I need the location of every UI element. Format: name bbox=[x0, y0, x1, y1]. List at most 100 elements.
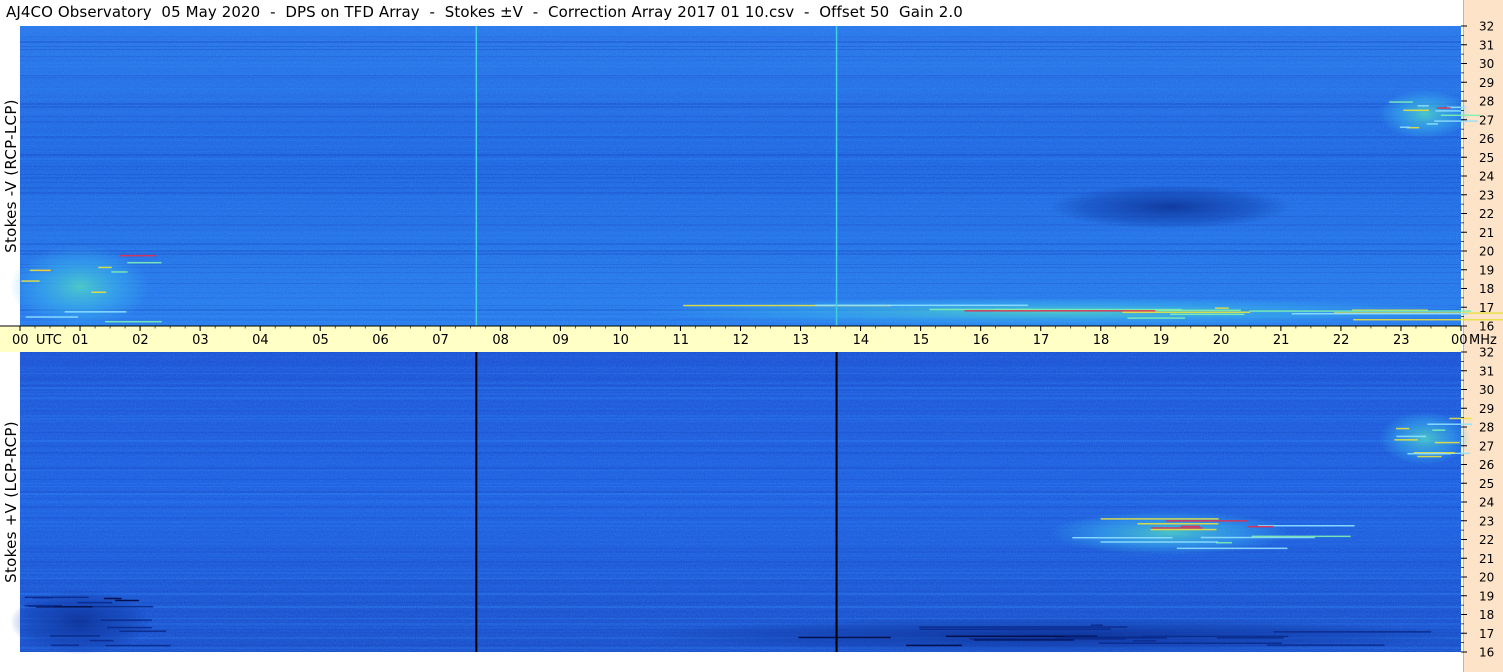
frequency-tick-label: 24 bbox=[1479, 496, 1494, 510]
interference-dash bbox=[21, 280, 40, 282]
time-tick-label: 09 bbox=[552, 333, 569, 348]
interference-dash bbox=[28, 605, 55, 607]
interference-dash bbox=[77, 601, 113, 604]
interference-dash bbox=[1417, 455, 1442, 458]
frequency-tick-label: 17 bbox=[1479, 627, 1494, 641]
time-tick-label: 17 bbox=[1033, 333, 1050, 348]
time-tick-label: 14 bbox=[853, 333, 870, 348]
time-tick-label: 21 bbox=[1273, 333, 1290, 348]
interference-dash bbox=[1396, 435, 1427, 438]
frequency-tick-label: 16 bbox=[1479, 320, 1494, 334]
interference-dash bbox=[1434, 441, 1460, 444]
interference-dash bbox=[1150, 528, 1217, 531]
frequency-tick-label: 28 bbox=[1479, 421, 1494, 435]
interference-dash bbox=[104, 597, 122, 600]
interference-dash bbox=[906, 644, 963, 647]
time-tick-label: 16 bbox=[973, 333, 990, 348]
interference-dash bbox=[1064, 636, 1148, 638]
frequency-tick-label: 21 bbox=[1479, 226, 1494, 240]
interference-dash bbox=[1215, 541, 1232, 544]
frequency-tick-label: 27 bbox=[1479, 113, 1494, 127]
interference-dash bbox=[64, 311, 127, 313]
frequency-tick-label: 18 bbox=[1479, 608, 1494, 622]
interference-dash bbox=[815, 304, 1028, 307]
utc-unit-label: UTC bbox=[36, 333, 62, 348]
interference-dash bbox=[798, 636, 891, 639]
emission-feature bbox=[10, 245, 151, 329]
frequency-tick-label: 28 bbox=[1479, 95, 1494, 109]
time-tick-label: 07 bbox=[432, 333, 449, 348]
interference-dash bbox=[1098, 642, 1282, 644]
frequency-tick-label: 17 bbox=[1479, 301, 1494, 315]
interference-dash bbox=[1132, 640, 1157, 642]
frequency-tick-label: 27 bbox=[1479, 439, 1494, 453]
time-tick-label: 15 bbox=[913, 333, 930, 348]
frequency-tick-label: 19 bbox=[1479, 589, 1494, 603]
frequency-tick-label: 31 bbox=[1479, 38, 1494, 52]
emission-feature bbox=[640, 617, 1471, 653]
interference-dash bbox=[1122, 311, 1251, 313]
interference-dash bbox=[1072, 536, 1173, 539]
interference-dash bbox=[1273, 631, 1432, 633]
interference-dash bbox=[1251, 535, 1351, 538]
interference-dash bbox=[127, 261, 162, 264]
frequency-axis-bottom: 1617181920212223242526272829303132 bbox=[1461, 346, 1494, 660]
time-tick-label: 00 bbox=[1451, 333, 1468, 348]
frequency-tick-label: 21 bbox=[1479, 552, 1494, 566]
interference-dash bbox=[1215, 307, 1229, 309]
interference-dash bbox=[25, 316, 79, 318]
time-tick-label: 00 bbox=[12, 333, 29, 348]
interference-dash bbox=[1150, 527, 1203, 529]
frequency-tick-label: 25 bbox=[1479, 151, 1494, 165]
interference-dash bbox=[1427, 423, 1472, 425]
frequency-tick-label: 26 bbox=[1479, 458, 1494, 472]
time-tick-label: 13 bbox=[793, 333, 810, 348]
interference-dash bbox=[1403, 109, 1429, 112]
interference-dash bbox=[1100, 518, 1219, 520]
interference-dash bbox=[964, 310, 1156, 312]
emission-feature bbox=[640, 297, 1471, 327]
interference-dash bbox=[1137, 522, 1219, 525]
frequency-tick-label: 30 bbox=[1479, 57, 1494, 71]
interference-dash bbox=[91, 291, 107, 294]
interference-dash bbox=[1170, 313, 1245, 316]
interference-dash bbox=[1266, 644, 1385, 646]
interference-dash bbox=[111, 271, 128, 273]
interference-dash bbox=[91, 605, 154, 608]
interference-dash bbox=[105, 320, 162, 323]
frequency-tick-label: 16 bbox=[1479, 646, 1494, 660]
frequency-tick-label: 22 bbox=[1479, 533, 1494, 547]
time-tick-label: 12 bbox=[733, 333, 750, 348]
interference-dash bbox=[1216, 637, 1284, 639]
time-tick-label: 11 bbox=[672, 333, 689, 348]
interference-dash bbox=[50, 644, 79, 646]
interference-dash bbox=[1127, 317, 1186, 319]
interference-dash bbox=[919, 628, 1111, 630]
spectrogram-chart: 16 17 18 19 20 21 22 23 24 25 26 27 28 29 30 31 32 16 17 18… bbox=[0, 20, 1503, 660]
frequency-tick-label: 32 bbox=[1479, 20, 1494, 34]
time-tick-label: 20 bbox=[1213, 333, 1230, 348]
frequency-tick-label: 24 bbox=[1479, 170, 1494, 184]
frequency-tick-label: 26 bbox=[1479, 132, 1494, 146]
interference-dash bbox=[1436, 107, 1451, 109]
frequency-tick-label: 18 bbox=[1479, 282, 1494, 296]
interference-dash bbox=[1395, 427, 1410, 430]
emission-feature bbox=[1048, 185, 1291, 229]
mhz-unit-label: MHz bbox=[1469, 333, 1497, 348]
interference-dash bbox=[1389, 101, 1413, 103]
time-tick-label: 19 bbox=[1153, 333, 1170, 348]
time-axis-band bbox=[0, 326, 1461, 352]
emission-feature bbox=[10, 589, 151, 655]
frequency-tick-label: 29 bbox=[1479, 76, 1494, 90]
interference-dash bbox=[115, 599, 139, 602]
frequency-tick-label: 25 bbox=[1479, 477, 1494, 491]
interference-dash bbox=[1426, 123, 1439, 125]
spectrogram-panel-bottom bbox=[10, 352, 1472, 655]
time-tick-label: 18 bbox=[1093, 333, 1110, 348]
time-axis: 00 01 02 03 04 05 06 07 08 09 10 11 12 13 14 15 16 17 18 19… bbox=[0, 325, 1497, 352]
interference-dash bbox=[1141, 635, 1289, 638]
interference-dash bbox=[1435, 110, 1463, 112]
noise-texture bbox=[20, 352, 1461, 652]
frequency-axis-top: 16 17 18 19 20 21 22 23 24 25 26 27 28 29 30 31 32 bbox=[1461, 20, 1494, 334]
interference-dash bbox=[119, 254, 157, 257]
